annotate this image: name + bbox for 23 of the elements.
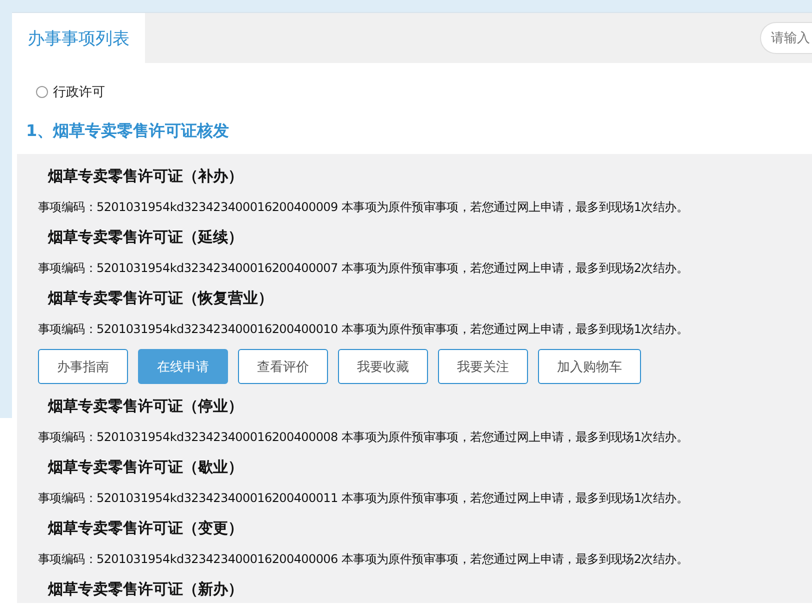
item-title[interactable]: 烟草专卖零售许可证（歇业） [48, 457, 812, 477]
item-title[interactable]: 烟草专卖零售许可证（变更） [48, 518, 812, 538]
item-code-text: 事项编码：5201031954kd323423400016200400010 本事项为原件预审事项，若您通过网上申请，最多到现场1次结办。 [38, 321, 689, 337]
radio-button[interactable] [36, 86, 48, 98]
search-field[interactable]: 请输入 [760, 22, 812, 54]
item-title[interactable]: 烟草专卖零售许可证（停业） [48, 396, 812, 416]
action-button[interactable]: 办事指南 [38, 349, 128, 384]
item-title[interactable]: 烟草专卖零售许可证（恢复营业） [48, 288, 812, 308]
item-title[interactable]: 烟草专卖零售许可证（补办） [48, 166, 812, 186]
tab[interactable]: 办事事项列表 [12, 13, 145, 63]
action-button[interactable]: 我要关注 [438, 349, 528, 384]
action-button[interactable]: 查看评价 [238, 349, 328, 384]
item-code-text: 事项编码：5201031954kd323423400016200400008 本事项为原件预审事项，若您通过网上申请，最多到现场1次结办。 [38, 429, 689, 445]
item-title[interactable]: 烟草专卖零售许可证（新办） [48, 579, 812, 599]
section-title: 1、烟草专卖零售许可证核发 [26, 121, 230, 142]
item-code-text: 事项编码：5201031954kd323423400016200400009 本事项为原件预审事项，若您通过网上申请，最多到现场1次结办。 [38, 199, 689, 215]
action-button[interactable]: 我要收藏 [338, 349, 428, 384]
item-code-text: 事项编码：5201031954kd323423400016200400011 本事项为原件预审事项，若您通过网上申请，最多到现场1次结办。 [38, 490, 689, 506]
item-title[interactable]: 烟草专卖零售许可证（延续） [48, 227, 812, 247]
action-button[interactable]: 加入购物车 [538, 349, 641, 384]
item-code-text: 事项编码：5201031954kd323423400016200400007 本事项为原件预审事项，若您通过网上申请，最多到现场2次结办。 [38, 260, 689, 276]
item-code-text: 事项编码：5201031954kd323423400016200400006 本事项为原件预审事项，若您通过网上申请，最多到现场2次结办。 [38, 551, 689, 567]
category-label: 行政许可 [53, 84, 105, 101]
